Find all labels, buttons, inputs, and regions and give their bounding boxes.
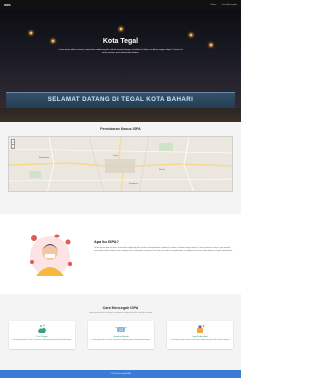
prevention-card: Gunakan Masker Lorem ipsum dolor sit ame… bbox=[88, 321, 154, 349]
card-title: Jaga Kebersihan bbox=[192, 336, 208, 338]
card-title: Cuci Tangan bbox=[36, 336, 48, 338]
hero-subtitle: Lorem ipsum dolor sit amet, consectetur … bbox=[58, 49, 183, 54]
hero-title: Kota Tegal bbox=[102, 38, 139, 45]
map-section: Persebaran Kasus ISPA + − Tegal Slerok M… bbox=[0, 122, 241, 214]
map-label: Margadana bbox=[39, 157, 50, 159]
nav-link-cara-mencegah[interactable]: Cara Mencegah bbox=[221, 4, 237, 6]
zoom-out-button[interactable]: − bbox=[12, 144, 14, 149]
prevention-title: Cara Mencegah ISPA bbox=[102, 306, 139, 310]
map-label: Slerok bbox=[159, 169, 165, 171]
sick-person-illustration bbox=[30, 234, 73, 276]
map-title: Persebaran Kasus ISPA bbox=[100, 127, 141, 131]
card-title: Gunakan Masker bbox=[113, 336, 129, 338]
prevention-card: Cuci Tangan Lorem ipsum dolor sit amet, … bbox=[9, 321, 75, 349]
ispa-section: Apa Itu ISPA? Lorem ipsum dolor sit amet… bbox=[0, 214, 241, 294]
city-gate: SELAMAT DATANG DI TEGAL KOTA BAHARI bbox=[0, 72, 241, 122]
street-light bbox=[30, 32, 32, 34]
map-roads bbox=[9, 137, 232, 191]
hero-street bbox=[0, 108, 241, 122]
prevention-subtitle: Lorem ipsum dolor sit amet, consectetur … bbox=[88, 312, 153, 314]
footer-text: © 2022 Kota Tegal ISPA bbox=[110, 373, 131, 375]
gate-text: SELAMAT DATANG DI TEGAL KOTA BAHARI bbox=[47, 96, 194, 103]
card-text: Lorem ipsum dolor sit amet, consectetur … bbox=[12, 339, 72, 341]
street-light bbox=[120, 28, 122, 30]
cleaning-icon bbox=[197, 325, 205, 333]
map-label: Kejambon bbox=[129, 183, 139, 185]
nav-links: Home Cara Mencegah bbox=[211, 4, 237, 6]
prevention-section: Cara Mencegah ISPA Lorem ipsum dolor sit… bbox=[0, 294, 241, 370]
card-text: Lorem ipsum dolor sit amet, consectetur … bbox=[170, 339, 230, 341]
prevention-card: Jaga Kebersihan Lorem ipsum dolor sit am… bbox=[167, 321, 233, 349]
zoom-in-button[interactable]: + bbox=[12, 140, 14, 144]
street-light bbox=[190, 34, 192, 36]
map-label: Tegal bbox=[113, 155, 118, 157]
mask-icon bbox=[115, 326, 127, 332]
navbar: ISPA Home Cara Mencegah bbox=[0, 0, 241, 10]
nav-link-home[interactable]: Home bbox=[211, 4, 217, 6]
zoom-control: + − bbox=[11, 139, 15, 149]
ispa-title: Apa Itu ISPA? bbox=[94, 240, 119, 244]
footer: © 2022 Kota Tegal ISPA bbox=[0, 370, 241, 378]
hero-section: Kota Tegal Lorem ipsum dolor sit amet, c… bbox=[0, 10, 241, 122]
ispa-description: Lorem ipsum dolor sit amet, consectetur … bbox=[94, 247, 233, 252]
hand-wash-icon bbox=[38, 324, 46, 333]
map-view[interactable]: + − Tegal Slerok Margadana Kejambon bbox=[8, 136, 233, 192]
brand-logo[interactable]: ISPA bbox=[4, 3, 11, 7]
card-text: Lorem ipsum dolor sit amet, consectetur … bbox=[91, 339, 151, 341]
